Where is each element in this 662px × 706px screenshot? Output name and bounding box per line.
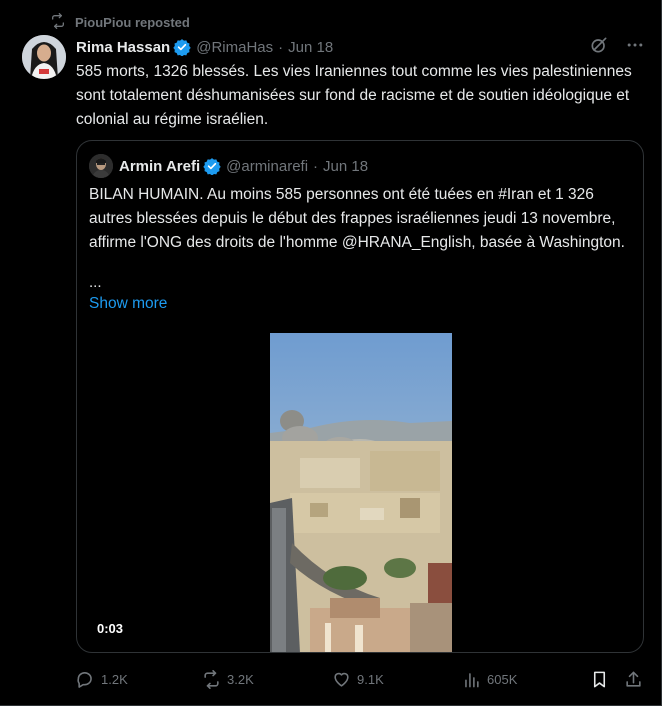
share-button[interactable] xyxy=(624,670,646,689)
reply-icon xyxy=(76,670,95,689)
views-button[interactable]: 605K xyxy=(462,670,590,689)
quote-text: BILAN HUMAIN. Au moins 585 personnes ont… xyxy=(89,186,625,251)
repost-count: 3.2K xyxy=(227,671,254,687)
like-button[interactable]: 9.1K xyxy=(332,670,462,689)
reply-count: 1.2K xyxy=(101,671,128,687)
like-count: 9.1K xyxy=(357,671,384,687)
tweet-header: Rima Hassan @RimaHas · Jun 18 xyxy=(76,36,645,58)
repost-label[interactable]: PiouPiou reposted xyxy=(75,15,190,30)
bookmark-button[interactable] xyxy=(590,670,624,689)
author-handle[interactable]: @RimaHas xyxy=(196,39,273,56)
verified-icon xyxy=(173,38,191,56)
tweet[interactable]: PiouPiou reposted Rima Hassan @RimaHas ·… xyxy=(0,0,662,706)
repost-line: PiouPiou reposted xyxy=(50,12,190,32)
views-icon xyxy=(462,670,481,689)
avatar[interactable] xyxy=(22,35,66,79)
repost-button[interactable]: 3.2K xyxy=(202,669,332,689)
quote-date[interactable]: Jun 18 xyxy=(323,158,368,175)
video-thumbnail[interactable] xyxy=(270,333,452,652)
show-more-link[interactable]: Show more xyxy=(89,295,167,313)
grok-icon[interactable] xyxy=(589,35,609,59)
video-timestamp: 0:03 xyxy=(97,621,124,636)
separator-dot: · xyxy=(313,157,319,175)
quoted-tweet[interactable]: Armin Arefi @arminarefi · Jun 18 BILAN H… xyxy=(76,140,644,653)
separator-dot: · xyxy=(278,38,284,56)
reply-button[interactable]: 1.2K xyxy=(76,670,202,689)
author-name[interactable]: Rima Hassan xyxy=(76,39,170,56)
like-icon xyxy=(332,670,351,689)
quote-ellipsis: ... xyxy=(89,274,102,291)
quote-author-handle[interactable]: @arminarefi xyxy=(226,158,308,175)
quote-avatar[interactable] xyxy=(89,154,113,178)
share-icon xyxy=(624,670,643,689)
verified-icon xyxy=(203,157,221,175)
repost-icon xyxy=(50,12,66,32)
more-icon[interactable] xyxy=(625,35,645,59)
bookmark-icon xyxy=(590,670,609,689)
quote-header: Armin Arefi @arminarefi · Jun 18 xyxy=(89,154,368,178)
tweet-date[interactable]: Jun 18 xyxy=(288,39,333,56)
action-bar: 1.2K 3.2K 9.1K 605K xyxy=(76,664,646,694)
views-count: 605K xyxy=(487,671,518,687)
quote-author-name[interactable]: Armin Arefi xyxy=(119,158,200,175)
repost-icon xyxy=(202,669,221,689)
tweet-text: 585 morts, 1326 blessés. Les vies Iranie… xyxy=(76,63,632,128)
